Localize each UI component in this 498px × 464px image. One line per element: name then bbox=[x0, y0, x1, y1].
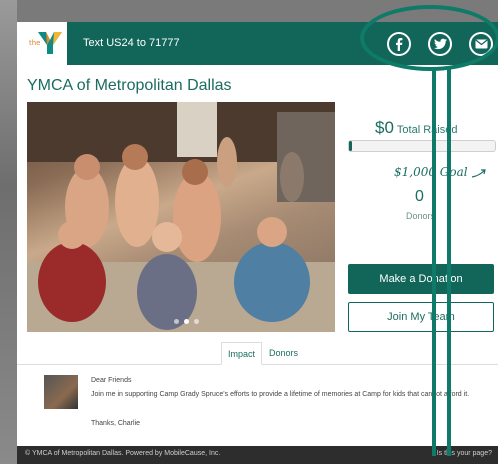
goal-arrow-icon bbox=[472, 168, 487, 178]
tab-impact[interactable]: Impact bbox=[221, 342, 263, 365]
page-footer: © YMCA of Metropolitan Dallas. Powered b… bbox=[17, 446, 498, 464]
progress-fill bbox=[349, 141, 352, 151]
make-donation-button[interactable]: Make a Donation bbox=[348, 264, 494, 294]
update-greeting: Dear Friends bbox=[91, 377, 132, 384]
footer-copyright: © YMCA of Metropolitan Dallas. Powered b… bbox=[25, 450, 221, 457]
total-raised: $0 Total Raised bbox=[375, 118, 457, 138]
page-title: YMCA of Metropolitan Dallas bbox=[27, 77, 232, 94]
goal-amount: $1,000 Goal bbox=[394, 165, 487, 179]
campers-group-photo bbox=[27, 102, 335, 332]
claim-page-link[interactable]: Is this your page? bbox=[437, 450, 492, 457]
donors-label: Donors bbox=[406, 211, 436, 221]
fundraising-progress-bar bbox=[348, 140, 496, 152]
donors-count: 0 bbox=[415, 188, 424, 205]
annotation-line-left bbox=[432, 68, 436, 456]
update-signoff: Thanks, Charlie bbox=[91, 420, 141, 427]
ymca-y-icon bbox=[38, 32, 62, 54]
carousel-dot[interactable] bbox=[174, 319, 179, 324]
tab-donors[interactable]: Donors bbox=[269, 348, 298, 358]
annotation-circle bbox=[360, 5, 498, 71]
ymca-logo[interactable]: the bbox=[17, 22, 67, 65]
annotation-line-right bbox=[447, 68, 451, 456]
content-tabs: Impact Donors bbox=[17, 342, 498, 365]
campaign-page: the Text US24 to 71777 YMCA of Metropoli… bbox=[17, 22, 498, 454]
update-message: Join me in supporting Camp Grady Spruce'… bbox=[91, 391, 470, 398]
text-to-donate: Text US24 to 71777 bbox=[83, 37, 180, 49]
raised-amount: $0 bbox=[375, 118, 394, 137]
carousel-dots bbox=[174, 319, 199, 324]
join-team-button[interactable]: Join My Team bbox=[348, 302, 494, 332]
carousel-dot[interactable] bbox=[194, 319, 199, 324]
background-edge bbox=[0, 0, 17, 464]
avatar bbox=[44, 375, 78, 409]
campaign-photo-carousel[interactable] bbox=[27, 102, 335, 332]
screenshot-stage: the Text US24 to 71777 YMCA of Metropoli… bbox=[0, 0, 498, 464]
goal-text: $1,000 Goal bbox=[394, 165, 468, 179]
carousel-dot-active[interactable] bbox=[184, 319, 189, 324]
